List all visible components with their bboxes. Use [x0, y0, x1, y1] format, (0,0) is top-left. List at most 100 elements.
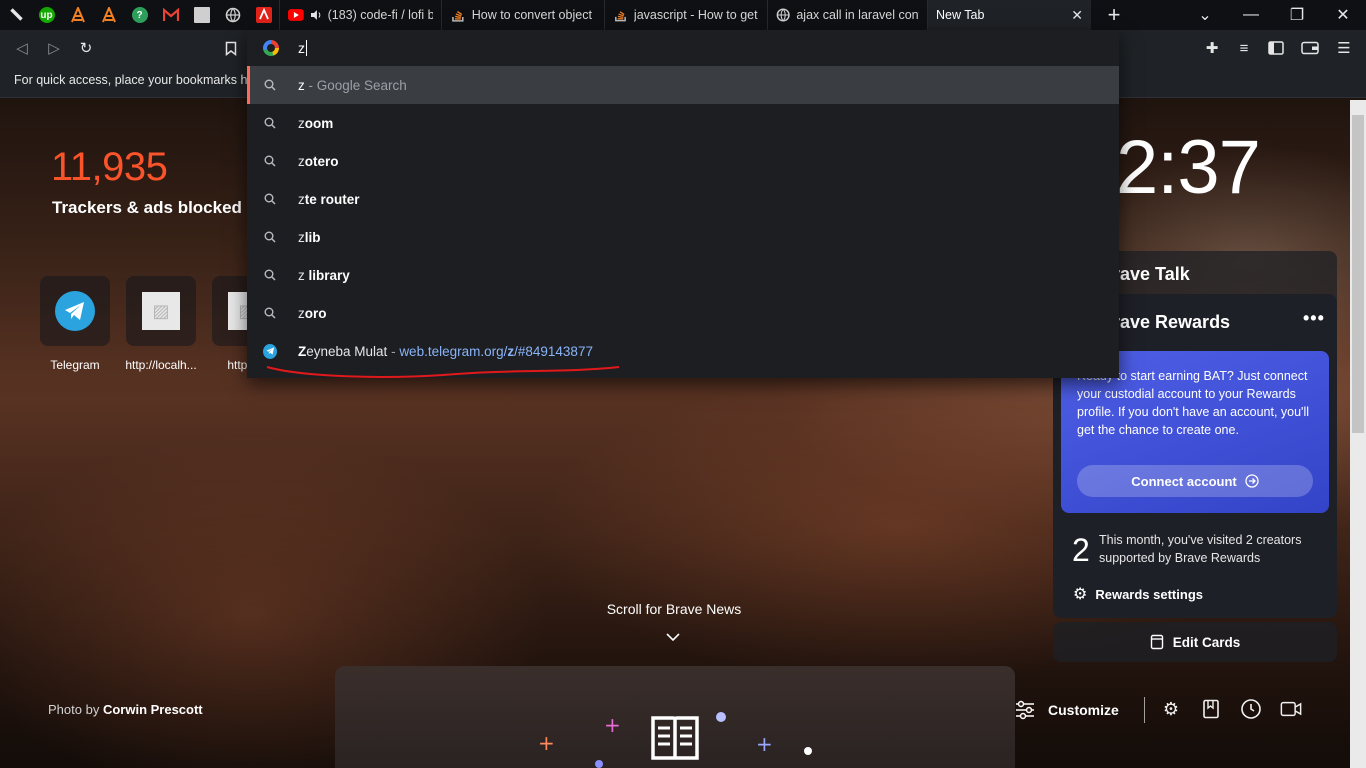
brave-talk-camera-icon[interactable]: [1280, 698, 1302, 720]
pinned-tab-stat2[interactable]: [93, 0, 124, 30]
globe-icon: [225, 7, 240, 23]
restore-icon: ❐: [1289, 7, 1305, 24]
suggestion-completion: lib: [304, 229, 321, 245]
suggestion-url-post: /#849143877: [514, 343, 593, 359]
brave-icon: [9, 8, 23, 21]
tab-stackoverflow-1[interactable]: How to convert object i: [441, 0, 604, 30]
tab-title: (183) code-fi / lofi b: [327, 8, 434, 22]
stat-icon-2: [101, 7, 116, 23]
site-label: Telegram: [50, 358, 100, 372]
suggestion-google-search[interactable]: z - Google Search: [247, 66, 1119, 104]
suggestion-zotero[interactable]: zotero: [247, 142, 1119, 180]
chevron-down-icon[interactable]: [666, 628, 680, 644]
tab-search-button[interactable]: ⌄: [1182, 0, 1228, 30]
suggestion-z-library[interactable]: z library: [247, 256, 1119, 294]
pinned-tab-upwork[interactable]: up: [31, 0, 62, 30]
trackers-label: Trackers & ads blocked: [52, 198, 242, 217]
close-icon[interactable]: ✕: [1071, 7, 1083, 24]
suggestion-completion: oro: [304, 305, 327, 321]
address-input[interactable]: z: [298, 40, 307, 56]
tab-youtube[interactable]: (183) code-fi / lofi b: [279, 0, 441, 30]
back-button[interactable]: ◁: [12, 38, 32, 58]
minimize-button[interactable]: —: [1228, 0, 1274, 30]
omnibox-dropdown: z z - Google Search zoom zotero zte rout…: [247, 30, 1119, 378]
quick-links: ⚙: [1160, 698, 1302, 720]
pinned-tab-stat1[interactable]: [62, 0, 93, 30]
stat-icon-1: [70, 7, 85, 23]
address-bar[interactable]: z: [247, 30, 1119, 66]
back-icon: ◁: [16, 40, 28, 57]
suggestion-completion: oom: [304, 115, 334, 131]
visit-text: This month, you've visited 2 creators su…: [1099, 533, 1302, 565]
scrollbar-thumb[interactable]: [1352, 115, 1364, 433]
top-site-telegram[interactable]: Telegram: [40, 276, 110, 372]
reload-button[interactable]: ↻: [76, 38, 96, 58]
tab-stackoverflow-2[interactable]: javascript - How to get a: [604, 0, 767, 30]
adobe-icon: [255, 7, 272, 23]
suggestion-zte-router[interactable]: zte router: [247, 180, 1119, 218]
playlist-button[interactable]: ≡: [1234, 38, 1254, 58]
more-options-icon[interactable]: •••: [1303, 308, 1325, 329]
bookmark-button[interactable]: [221, 38, 241, 58]
scrollbar[interactable]: [1350, 100, 1366, 768]
youtube-icon: [288, 9, 304, 21]
pinned-tab-green[interactable]: ?: [124, 0, 155, 30]
speaker-icon[interactable]: [310, 9, 322, 21]
green-app-icon: ?: [131, 7, 148, 23]
google-icon: [263, 40, 279, 56]
tab-new-tab[interactable]: New Tab ✕: [927, 0, 1091, 30]
edit-cards-button[interactable]: Edit Cards: [1053, 622, 1337, 662]
settings-gear-icon[interactable]: ⚙: [1160, 698, 1182, 720]
top-site-localhost-1[interactable]: ▨ http://localh...: [125, 276, 197, 372]
pinned-tab-globe[interactable]: [217, 0, 248, 30]
close-icon: ✕: [1336, 7, 1350, 24]
pinned-tab-adobe[interactable]: [248, 0, 279, 30]
visit-count: 2: [1072, 532, 1090, 568]
puzzle-icon: ✚: [1205, 40, 1219, 57]
suggestion-completion: library: [304, 267, 350, 283]
bookmarks-icon[interactable]: [1200, 698, 1222, 720]
stackoverflow-icon: [615, 11, 626, 22]
wallet-button[interactable]: [1300, 38, 1320, 58]
search-icon: [263, 269, 277, 281]
gmail-icon: [162, 8, 179, 21]
search-icon: [263, 79, 277, 91]
suggestion-zlib[interactable]: zlib: [247, 218, 1119, 256]
customize-label: Customize: [1048, 702, 1119, 718]
connect-account-button[interactable]: Connect account: [1077, 465, 1313, 497]
photo-credit-prefix: Photo by: [48, 702, 100, 717]
sidebar-button[interactable]: [1266, 38, 1286, 58]
close-window-button[interactable]: ✕: [1320, 0, 1366, 30]
bookmark-icon: [225, 41, 237, 56]
tab-title: How to convert object i: [471, 8, 596, 22]
svg-text:+: +: [604, 713, 621, 737]
suggestion-title: eyneba Mulat: [306, 343, 388, 359]
history-icon[interactable]: [1240, 698, 1262, 720]
connect-account-label: Connect account: [1131, 473, 1237, 489]
forward-button[interactable]: ▷: [44, 38, 64, 58]
pinned-tab-brave[interactable]: [0, 0, 31, 30]
site-tile: [40, 276, 110, 346]
suggestion-zoro[interactable]: zoro: [247, 294, 1119, 332]
pinned-tab-blank[interactable]: [186, 0, 217, 30]
brave-news-card[interactable]: + + +: [335, 666, 1015, 768]
wallet-icon: [1301, 41, 1319, 55]
tab-laravel[interactable]: ajax call in laravel contro: [767, 0, 927, 30]
svg-text:+: +: [538, 731, 555, 755]
suggestion-zoom[interactable]: zoom: [247, 104, 1119, 142]
new-tab-button[interactable]: +: [1091, 0, 1137, 30]
svg-text:+: +: [756, 732, 773, 756]
restore-button[interactable]: ❐: [1274, 0, 1320, 30]
pinned-tab-gmail[interactable]: [155, 0, 186, 30]
tab-strip: up ? (183) code-fi / lofi b How to conve…: [0, 0, 1366, 30]
scroll-for-news[interactable]: Scroll for Brave News: [574, 601, 774, 617]
minimize-icon: —: [1243, 6, 1259, 23]
photo-credit-author[interactable]: Corwin Prescott: [103, 702, 203, 717]
telegram-icon: [55, 291, 95, 331]
menu-button[interactable]: ☰: [1334, 38, 1354, 58]
rewards-settings-link[interactable]: ⚙ Rewards settings: [1073, 584, 1203, 604]
site-label: http://localh...: [125, 358, 197, 372]
extensions-button[interactable]: ✚: [1202, 38, 1222, 58]
forward-icon: ▷: [48, 40, 60, 57]
customize-button[interactable]: Customize: [1014, 698, 1119, 722]
